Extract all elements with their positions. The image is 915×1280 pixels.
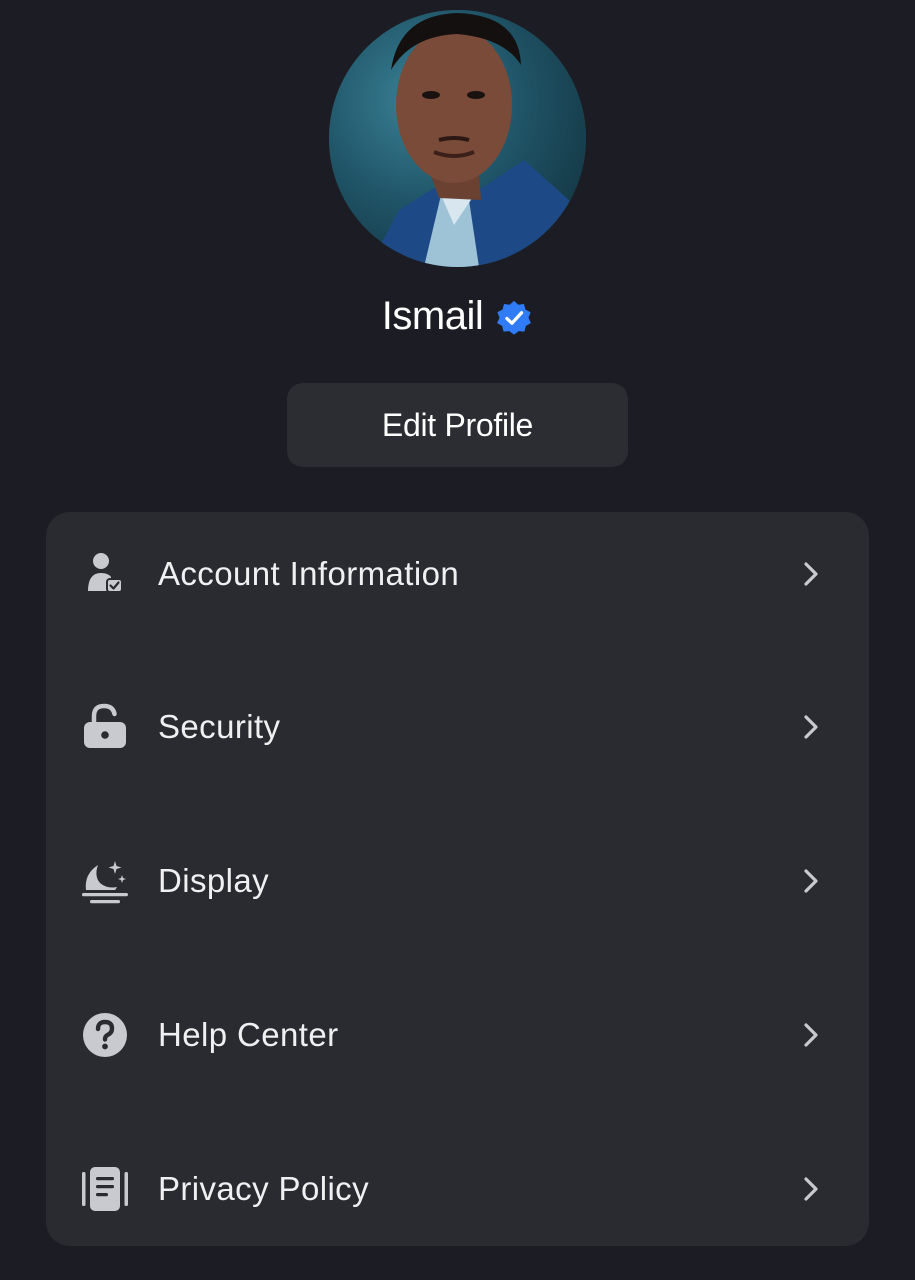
avatar-photo bbox=[329, 10, 586, 267]
menu-item-label: Security bbox=[158, 708, 281, 745]
chevron-right-icon bbox=[796, 1174, 826, 1204]
settings-menu: Account Information Security Display Hel… bbox=[46, 512, 869, 1246]
edit-profile-button[interactable]: Edit Profile bbox=[287, 383, 628, 467]
chevron-right-icon bbox=[796, 1020, 826, 1050]
chevron-right-icon bbox=[796, 559, 826, 589]
chevron-right-icon bbox=[796, 866, 826, 896]
avatar[interactable] bbox=[329, 10, 586, 267]
document-icon bbox=[80, 1164, 130, 1214]
unlock-icon bbox=[80, 702, 130, 752]
menu-item-account-information[interactable]: Account Information bbox=[46, 512, 869, 636]
menu-item-display[interactable]: Display bbox=[46, 819, 869, 943]
profile-name: Ismail bbox=[381, 293, 484, 338]
menu-item-label: Help Center bbox=[158, 1016, 339, 1053]
verified-badge-icon bbox=[497, 300, 532, 335]
menu-item-help-center[interactable]: Help Center bbox=[46, 973, 869, 1097]
menu-item-label: Account Information bbox=[158, 555, 460, 592]
profile-name-row: Ismail bbox=[0, 288, 915, 344]
user-check-icon bbox=[80, 549, 130, 599]
menu-item-security[interactable]: Security bbox=[46, 665, 869, 789]
chevron-right-icon bbox=[796, 712, 826, 742]
menu-item-privacy-policy[interactable]: Privacy Policy bbox=[46, 1127, 869, 1251]
question-circle-icon bbox=[80, 1010, 130, 1060]
menu-item-label: Privacy Policy bbox=[158, 1170, 369, 1207]
profile-screen: Ismail Edit Profile Account Information bbox=[0, 0, 915, 1280]
menu-item-label: Display bbox=[158, 862, 270, 899]
moon-sparkle-icon bbox=[80, 856, 130, 906]
